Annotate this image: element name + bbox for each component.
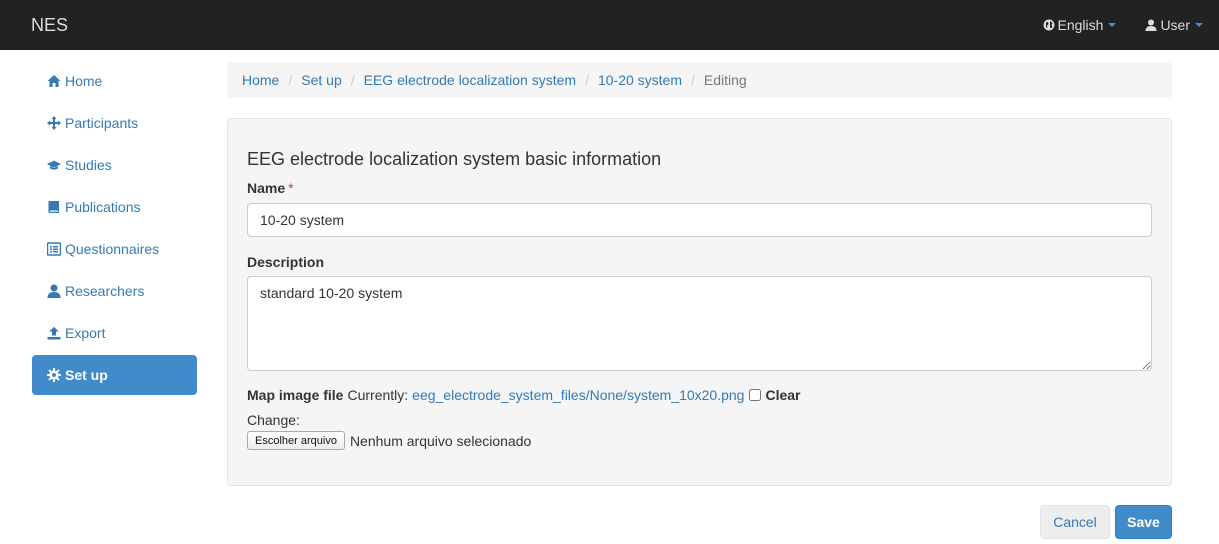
map-image-label: Map image file <box>247 387 344 403</box>
breadcrumb-separator: / <box>288 72 293 88</box>
sidebar-item-label: Participants <box>65 115 139 131</box>
choose-file-button[interactable]: Escolher arquivo <box>247 431 345 450</box>
brand-logo[interactable]: NES <box>31 14 68 36</box>
breadcrumb-eeg-system[interactable]: EEG electrode localization system <box>364 72 576 88</box>
change-label: Change: <box>247 412 300 428</box>
cog-icon <box>47 368 61 382</box>
globe-icon <box>1043 19 1055 31</box>
chevron-down-icon <box>1195 23 1203 27</box>
sidebar-item-export[interactable]: Export <box>32 313 197 353</box>
cancel-button[interactable]: Cancel <box>1040 505 1110 539</box>
map-image-row: Map image file Currently: eeg_electrode_… <box>247 387 801 403</box>
sidebar-item-label: Questionnaires <box>65 241 160 257</box>
user-label: User <box>1160 17 1190 33</box>
sidebar-item-label: Studies <box>65 157 112 173</box>
name-label-row: Name * <box>247 180 294 196</box>
no-file-text: Nenhum arquivo selecionado <box>349 432 532 449</box>
sidebar-nav: Home Participants Studies Publications Q… <box>32 61 197 397</box>
breadcrumb: Home / Set up / EEG electrode localizati… <box>227 62 1172 98</box>
breadcrumb-10-20-system[interactable]: 10-20 system <box>598 72 682 88</box>
required-mark: * <box>288 180 294 196</box>
user-icon <box>47 284 61 298</box>
name-input[interactable] <box>247 203 1152 237</box>
panel-title: EEG electrode localization system basic … <box>247 149 662 169</box>
sidebar-item-studies[interactable]: Studies <box>32 145 197 185</box>
breadcrumb-editing: Editing <box>703 72 747 88</box>
sidebar-item-label: Set up <box>65 367 108 383</box>
sidebar-item-label: Publications <box>65 199 141 215</box>
navbar-right: English User <box>1028 0 1219 50</box>
description-label: Description <box>247 254 325 270</box>
currently-label: Currently: <box>347 387 409 403</box>
sidebar-item-label: Home <box>65 73 103 89</box>
breadcrumb-home[interactable]: Home <box>242 72 279 88</box>
description-textarea[interactable]: standard 10-20 system <box>247 276 1152 371</box>
breadcrumb-separator: / <box>350 72 355 88</box>
list-alt-icon <box>47 242 61 256</box>
education-icon <box>47 160 61 170</box>
move-icon <box>47 116 61 130</box>
file-chooser-row: Escolher arquivo Nenhum arquivo selecion… <box>247 431 531 450</box>
user-icon <box>1145 19 1157 31</box>
book-icon <box>48 201 59 213</box>
top-navbar: NES English User <box>0 0 1219 50</box>
sidebar-item-researchers[interactable]: Researchers <box>32 271 197 311</box>
sidebar-item-label: Export <box>65 325 106 341</box>
home-icon <box>47 75 61 87</box>
sidebar-item-publications[interactable]: Publications <box>32 187 197 227</box>
clear-label[interactable]: Clear <box>765 387 800 403</box>
sidebar-item-setup[interactable]: Set up <box>32 355 197 395</box>
sidebar-item-participants[interactable]: Participants <box>32 103 197 143</box>
sidebar-item-label: Researchers <box>65 283 145 299</box>
breadcrumb-setup[interactable]: Set up <box>301 72 341 88</box>
user-dropdown[interactable]: User <box>1130 0 1219 50</box>
language-dropdown[interactable]: English <box>1028 0 1131 50</box>
clear-checkbox[interactable] <box>749 389 762 401</box>
chevron-down-icon <box>1108 23 1117 27</box>
form-panel: EEG electrode localization system basic … <box>227 118 1172 486</box>
breadcrumb-separator: / <box>691 72 695 88</box>
sidebar-item-home[interactable]: Home <box>32 61 197 101</box>
sidebar-item-questionnaires[interactable]: Questionnaires <box>32 229 197 269</box>
breadcrumb-separator: / <box>585 72 589 88</box>
export-icon <box>47 327 61 340</box>
language-label: English <box>1057 17 1104 33</box>
name-label: Name <box>247 180 286 196</box>
save-button[interactable]: Save <box>1115 505 1172 539</box>
current-file-link[interactable]: eeg_electrode_system_files/None/system_1… <box>412 387 744 403</box>
